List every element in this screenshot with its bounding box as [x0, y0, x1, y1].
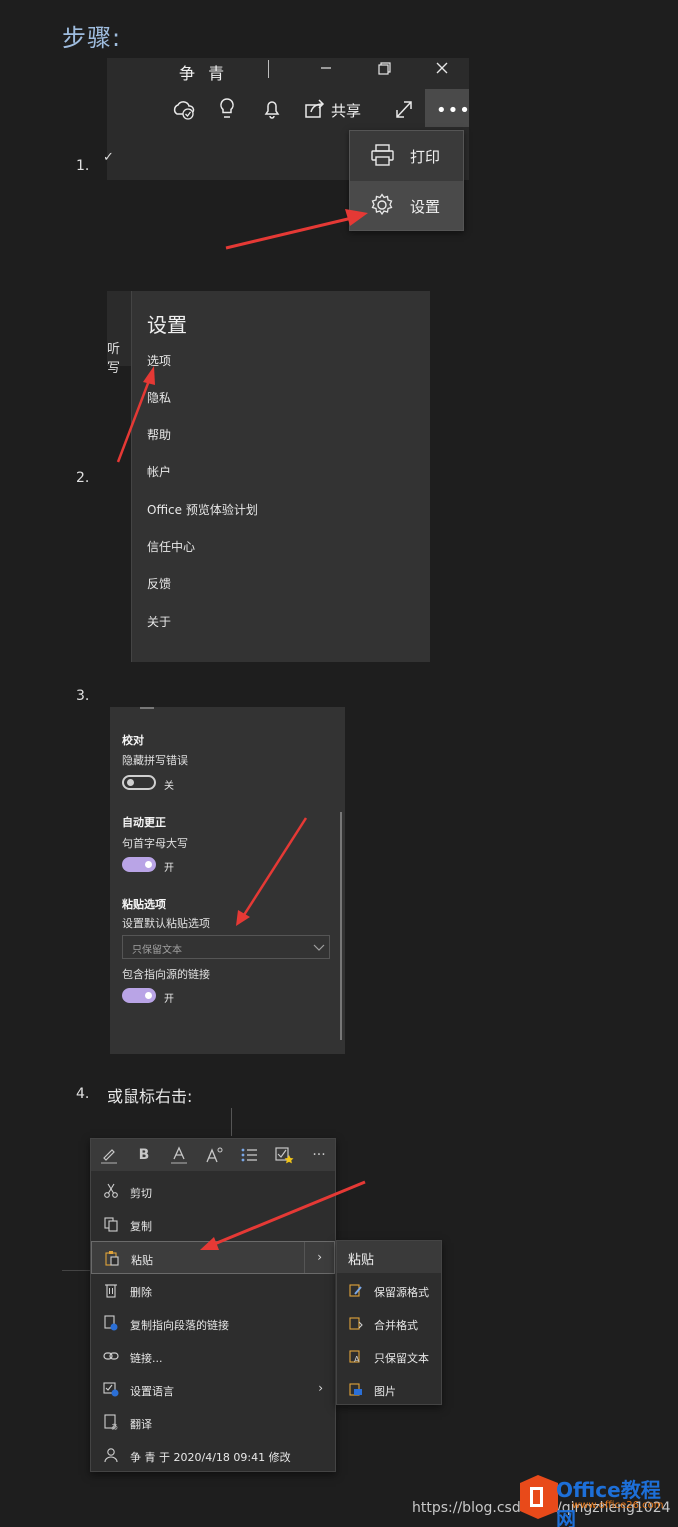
arrow-step1	[225, 209, 368, 250]
arrow-step2	[116, 366, 155, 463]
office-logo-icon	[520, 1475, 558, 1519]
annotation-arrows	[116, 209, 368, 1250]
arrow-step4	[200, 1180, 366, 1250]
arrow-step3	[236, 817, 308, 926]
brand-subtitle: www.office26.com	[572, 1500, 664, 1511]
